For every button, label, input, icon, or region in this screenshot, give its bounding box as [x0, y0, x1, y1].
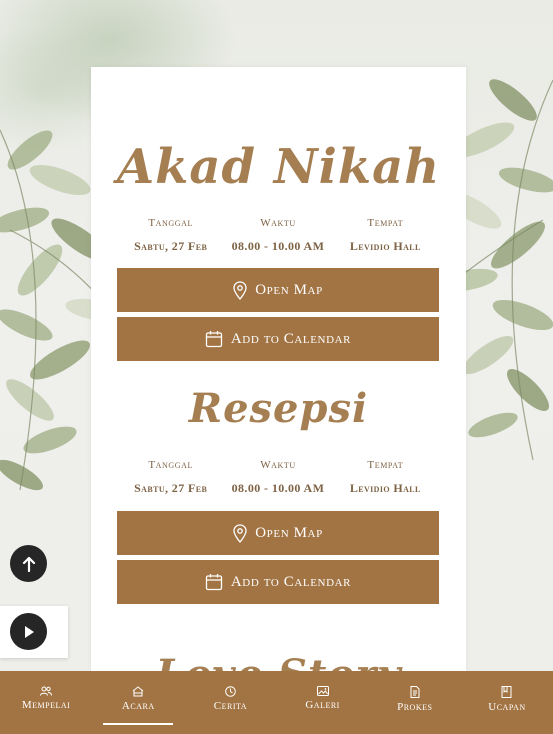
play-icon — [24, 625, 34, 638]
info-place: Tempat Levidio Hall — [332, 459, 439, 496]
document-icon — [410, 686, 420, 698]
time-label: Waktu — [260, 217, 296, 229]
nav-label: Acara — [121, 700, 155, 712]
map-pin-icon — [233, 280, 247, 300]
arrow-up-icon — [22, 556, 35, 572]
info-date: Tanggal Sabtu, 27 Feb — [117, 217, 224, 254]
info-time: Waktu 08.00 - 10.00 AM — [224, 459, 331, 496]
clock-icon — [225, 686, 236, 697]
event-card: Akad Nikah Tanggal Sabtu, 27 Feb Waktu 0… — [91, 67, 466, 734]
time-label: Waktu — [260, 459, 296, 471]
calendar-icon — [205, 331, 223, 348]
date-value: Sabtu, 27 Feb — [134, 481, 208, 495]
add-to-calendar-button[interactable]: Add to Calendar — [117, 560, 439, 604]
nav-item-galeri[interactable]: Galeri — [277, 671, 369, 734]
info-place: Tempat Levidio Hall — [332, 217, 439, 254]
nav-item-ucapan[interactable]: Ucapan — [461, 671, 553, 734]
place-label: Tempat — [367, 217, 404, 229]
info-time: Waktu 08.00 - 10.00 AM — [224, 217, 331, 254]
open-map-label: Open Map — [255, 281, 323, 298]
map-pin-icon — [233, 523, 247, 543]
nav-label: Prokes — [397, 701, 433, 713]
info-date: Tanggal Sabtu, 27 Feb — [117, 459, 224, 496]
nav-item-prokes[interactable]: Prokes — [369, 671, 461, 734]
nav-item-cerita[interactable]: Cerita — [184, 671, 276, 734]
nav-item-acara[interactable]: Acara — [92, 671, 184, 734]
nav-item-mempelai[interactable]: Mempelai — [0, 671, 92, 734]
music-play-button[interactable] — [10, 613, 47, 650]
add-to-calendar-button[interactable]: Add to Calendar — [117, 317, 439, 361]
event-title-akad: Akad Nikah — [116, 139, 441, 195]
scroll-to-top-button[interactable] — [10, 545, 47, 582]
add-to-calendar-label: Add to Calendar — [230, 573, 352, 590]
place-value: Levidio Hall — [349, 481, 421, 495]
nav-label: Galeri — [305, 699, 340, 711]
date-label: Tanggal — [148, 217, 194, 229]
people-icon — [40, 686, 53, 696]
event-info-akad: Tanggal Sabtu, 27 Feb Waktu 08.00 - 10.0… — [117, 217, 439, 254]
open-map-button[interactable]: Open Map — [117, 268, 439, 312]
calendar-icon — [205, 574, 223, 591]
nav-label: Mempelai — [21, 699, 71, 711]
book-icon — [501, 686, 512, 698]
place-label: Tempat — [367, 459, 404, 471]
nav-label: Ucapan — [488, 701, 526, 713]
nav-label: Cerita — [213, 700, 248, 712]
place-value: Levidio Hall — [349, 239, 421, 253]
date-label: Tanggal — [148, 459, 194, 471]
add-to-calendar-label: Add to Calendar — [230, 330, 352, 347]
bottom-navigation: Mempelai Acara Cerita Galeri Prokes Ucap… — [0, 671, 553, 734]
date-value: Sabtu, 27 Feb — [134, 239, 208, 253]
image-icon — [316, 686, 329, 696]
open-map-label: Open Map — [255, 524, 323, 541]
time-value: 08.00 - 10.00 AM — [231, 481, 325, 495]
event-info-resepsi: Tanggal Sabtu, 27 Feb Waktu 08.00 - 10.0… — [117, 459, 439, 496]
event-title-resepsi: Resepsi — [188, 385, 369, 432]
time-value: 08.00 - 10.00 AM — [231, 239, 325, 253]
open-map-button[interactable]: Open Map — [117, 511, 439, 555]
home-icon — [132, 686, 144, 697]
